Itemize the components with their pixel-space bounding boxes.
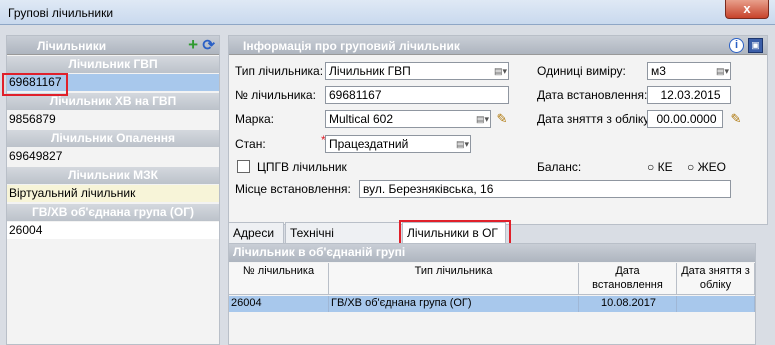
removal-date-input[interactable]: 00.00.0000 xyxy=(647,110,723,128)
col-removal-date[interactable]: Дата зняття з обліку xyxy=(677,263,755,295)
group-heating-title: Лічильник Опалення xyxy=(7,130,219,147)
og-row-number[interactable]: 26004 xyxy=(229,296,329,312)
state-label: Стан: xyxy=(235,137,266,151)
dropdown-icon: ▤▾ xyxy=(475,114,490,124)
group-mzk-value[interactable]: Віртуальний лічильник xyxy=(7,185,219,202)
add-icon[interactable]: + xyxy=(188,36,198,53)
edit-removal-icon[interactable]: ✎ xyxy=(727,111,745,127)
refresh-icon[interactable]: ⟳ xyxy=(202,37,215,54)
close-icon: x xyxy=(743,1,751,16)
radio-ke[interactable]: ○ КЕ xyxy=(647,160,673,174)
info-icon[interactable]: i xyxy=(729,38,744,53)
install-date-label: Дата встановлення: xyxy=(537,88,648,102)
group-og-value[interactable]: 26004 xyxy=(7,222,219,239)
balance-label: Баланс: xyxy=(537,160,582,174)
meter-info-header: Інформація про груповий лічильник i ▣ xyxy=(229,36,767,55)
group-gvp-title: Лічильник ГВП xyxy=(7,56,219,73)
removal-date-label: Дата зняття з обліку: xyxy=(537,112,653,126)
meters-panel-title: Лічильники xyxy=(37,39,107,53)
radio-ke-label: КЕ xyxy=(657,160,673,174)
units-label: Одиниці виміру: xyxy=(537,64,626,78)
cpgv-label: ЦПГВ лічильник xyxy=(257,160,347,174)
group-hv-title: Лічильник ХВ на ГВП xyxy=(7,93,219,110)
window-title: Групові лічильники xyxy=(8,6,114,20)
tab-technical[interactable]: Технічні параметри xyxy=(285,222,401,260)
type-value: Лічильник ГВП xyxy=(329,64,411,78)
brand-select[interactable]: Multical 602 ▤▾ xyxy=(325,110,491,128)
group-gvp-value[interactable]: 69681167 xyxy=(7,74,219,91)
units-value: м3 xyxy=(651,64,666,78)
number-label: № лічильника: xyxy=(235,88,316,102)
tab-addresses[interactable]: Адреси xyxy=(228,222,284,243)
number-input[interactable]: 69681167 xyxy=(325,86,509,104)
og-panel: Лічильник в об'єднаній групі № лічильник… xyxy=(228,243,756,345)
title-bar: Групові лічильники x xyxy=(0,0,775,25)
state-value: Працездатний xyxy=(329,137,409,151)
col-number[interactable]: № лічильника xyxy=(229,263,329,295)
og-row-install-date[interactable]: 10.08.2017 xyxy=(579,296,677,312)
type-select[interactable]: Лічильник ГВП ▤▾ xyxy=(325,62,509,80)
col-type[interactable]: Тип лічильника xyxy=(329,263,579,295)
edit-brand-icon[interactable]: ✎ xyxy=(493,111,511,127)
group-mzk-title: Лічильник МЗК xyxy=(7,167,219,184)
meter-info-title: Інформація про груповий лічильник xyxy=(243,39,460,53)
og-panel-header: Лічильник в об'єднаній групі xyxy=(229,244,755,262)
brand-label: Марка: xyxy=(235,112,274,126)
save-icon[interactable]: ▣ xyxy=(748,38,763,53)
dropdown-icon: ▤▾ xyxy=(493,66,508,76)
dropdown-icon: ▤▾ xyxy=(455,139,470,149)
units-select[interactable]: м3 ▤▾ xyxy=(647,62,731,80)
tab-meters-og[interactable]: Лічильники в ОГ xyxy=(402,222,506,243)
location-input[interactable]: вул. Березняківська, 16 xyxy=(359,180,731,198)
state-select[interactable]: Працездатний ▤▾ xyxy=(325,135,471,153)
meter-info-panel: Інформація про груповий лічильник i ▣ Ти… xyxy=(228,35,768,225)
meters-panel-header: Лічильники + ⟳ xyxy=(7,36,219,55)
type-label: Тип лічильника: xyxy=(235,64,324,78)
group-hv-value[interactable]: 9856879 xyxy=(7,111,219,128)
cpgv-checkbox[interactable] xyxy=(237,160,250,173)
meters-panel: Лічильники + ⟳ Лічильник ГВП 69681167 Лі… xyxy=(6,35,220,345)
brand-value: Multical 602 xyxy=(329,112,394,126)
location-label: Місце встановлення: xyxy=(235,182,351,196)
group-og-title: ГВ/ХВ об'єднана група (ОГ) xyxy=(7,204,219,221)
radio-zheo[interactable]: ○ ЖЕО xyxy=(687,160,726,174)
group-heating-value[interactable]: 69649827 xyxy=(7,148,219,165)
og-row-removal-date[interactable] xyxy=(677,296,755,312)
install-date-input[interactable]: 12.03.2015 xyxy=(647,86,731,104)
dropdown-icon: ▤▾ xyxy=(715,66,730,76)
col-install-date[interactable]: Дата встановлення xyxy=(579,263,677,295)
og-row-type[interactable]: ГВ/ХВ об'єднана група (ОГ) xyxy=(329,296,579,312)
close-button[interactable]: x xyxy=(725,0,769,19)
radio-zheo-label: ЖЕО xyxy=(697,160,727,174)
